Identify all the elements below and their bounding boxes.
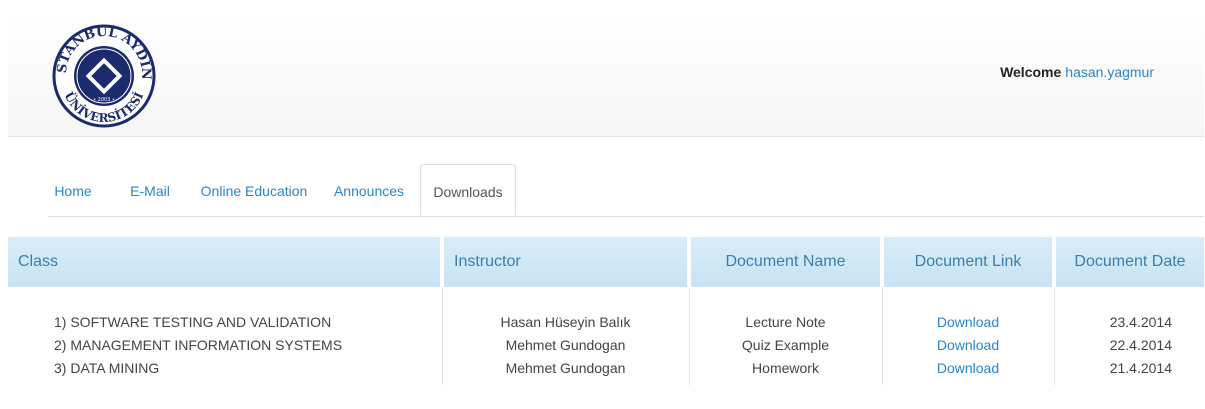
class-name: 1) SOFTWARE TESTING AND VALIDATION xyxy=(54,314,332,330)
tab-email[interactable]: E-Mail xyxy=(120,164,180,215)
main-nav: Home E-Mail Online Education Announces D… xyxy=(48,164,1204,217)
document-name: Homework xyxy=(752,360,819,376)
logo-year: • 2003 • xyxy=(93,97,115,103)
document-name: Quiz Example xyxy=(741,337,830,353)
document-date: 22.4.2014 xyxy=(1109,337,1172,353)
welcome-message: Welcome hasan.yagmur xyxy=(1000,64,1154,80)
tab-announces[interactable]: Announces xyxy=(328,164,410,215)
instructor-name: Mehmet Gundogan xyxy=(505,360,626,376)
table-body-row: 1) SOFTWARE TESTING AND VALIDATION 2) MA… xyxy=(8,287,1204,385)
download-link[interactable]: Download xyxy=(884,311,1053,334)
class-name: 2) MANAGEMENT INFORMATION SYSTEMS xyxy=(54,337,343,353)
class-cell: 1) SOFTWARE TESTING AND VALIDATION 2) MA… xyxy=(8,287,443,385)
tab-home[interactable]: Home xyxy=(48,164,98,215)
instructor-name: Hasan Hüseyin Balık xyxy=(500,314,631,330)
document-name: Lecture Note xyxy=(745,314,826,330)
table-header-row: Class Instructor Document Name Document … xyxy=(8,237,1204,287)
column-header-class: Class xyxy=(8,237,444,287)
document-date-cell: 23.4.2014 22.4.2014 21.4.2014 xyxy=(1054,287,1204,385)
page-header: İSTANBUL AYDIN ÜNİVERSİTESİ • 2003 • Wel… xyxy=(8,8,1204,137)
instructor-name: Mehmet Gundogan xyxy=(505,337,626,353)
university-logo: İSTANBUL AYDIN ÜNİVERSİTESİ • 2003 • xyxy=(50,8,156,128)
tab-downloads[interactable]: Downloads xyxy=(420,164,516,216)
downloads-table: Class Instructor Document Name Document … xyxy=(8,237,1204,385)
class-name: 3) DATA MINING xyxy=(54,360,160,376)
tab-online-education[interactable]: Online Education xyxy=(196,164,312,215)
column-header-instructor: Instructor xyxy=(442,237,691,287)
document-date: 23.4.2014 xyxy=(1109,314,1172,330)
document-name-cell: Lecture Note Quiz Example Homework xyxy=(689,287,883,385)
document-link-cell: Download Download Download xyxy=(882,287,1055,385)
document-date: 21.4.2014 xyxy=(1109,360,1172,376)
instructor-cell: Hasan Hüseyin Balık Mehmet Gundogan Mehm… xyxy=(442,287,690,385)
column-header-document-link: Document Link xyxy=(882,237,1056,287)
username-link[interactable]: hasan.yagmur xyxy=(1065,64,1154,80)
welcome-label: Welcome xyxy=(1000,64,1062,80)
download-link[interactable]: Download xyxy=(884,357,1053,380)
column-header-document-name: Document Name xyxy=(689,237,884,287)
column-header-document-date: Document Date xyxy=(1054,237,1204,287)
download-link[interactable]: Download xyxy=(884,334,1053,357)
